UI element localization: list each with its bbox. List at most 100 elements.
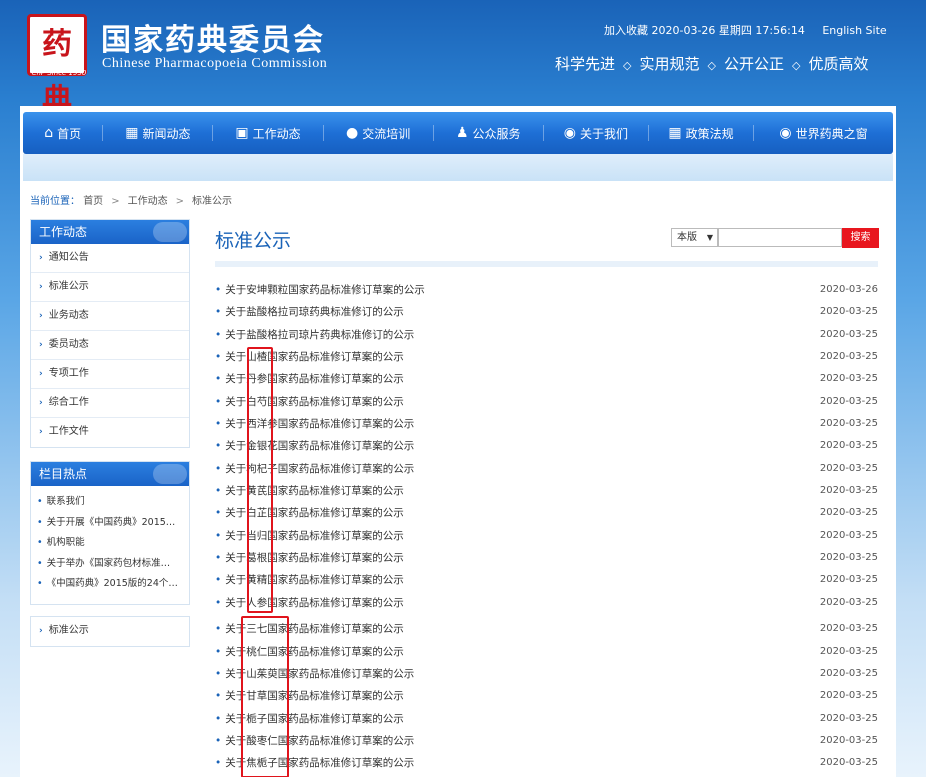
site-title-cn[interactable]: 国家药典委员会 [101,15,325,59]
sidebar-item-label: 标准公示 [48,625,89,636]
bullet-icon: • [215,328,222,341]
sidebar-hot-header: 栏目热点 [31,462,189,486]
bullet-icon: • [215,306,222,319]
article-date: 2020-03-25 [819,529,878,541]
article-row[interactable]: • 关于黄精国家药品标准修订草案的公示 2020-03-25 [215,569,878,591]
site-title-en: Chinese Pharmacopoeia Commission [102,56,328,71]
article-row[interactable]: • 关于人参国家药品标准修订草案的公示 2020-03-25 [215,592,878,614]
sidebar-extra-box: › 标准公示 [30,616,190,647]
slogan-item: 实用规范 [639,55,700,73]
nav-item-label: 世界药典之窗 [795,126,868,141]
edition-select[interactable]: 本版 ▼ [671,228,718,247]
article-row[interactable]: • 关于白芷国家药品标准修订草案的公示 2020-03-25 [215,502,878,524]
nav-item[interactable]: ▦ 新闻动态 [103,112,212,154]
search-button[interactable]: 搜索 [842,228,879,248]
article-row[interactable]: • 关于金银花国家药品标准修订草案的公示 2020-03-25 [215,435,878,457]
article-date: 2020-03-25 [819,485,878,497]
sidebar-work-header: 工作动态 [31,220,189,244]
article-row[interactable]: • 关于甘草国家药品标准修订草案的公示 2020-03-25 [215,685,878,707]
hot-list-item[interactable]: • 《中国药典》2015版的24个… [31,574,189,595]
sidebar-item[interactable]: › 工作文件 [31,418,189,447]
article-row[interactable]: • 关于盐酸格拉司琼药典标准修订的公示 2020-03-25 [215,301,878,323]
highlight-annotation-box [241,616,289,777]
nav-item[interactable]: ◉ 世界药典之窗 [754,112,893,154]
breadcrumb-home[interactable]: 首页 [83,196,103,207]
article-date: 2020-03-25 [819,552,878,564]
nav-item[interactable]: ▣ 工作动态 [213,112,322,154]
sidebar-item[interactable]: › 通知公告 [31,244,189,273]
sidebar-item[interactable]: › 标准公示 [31,273,189,302]
nav-item[interactable]: ◉ 关于我们 [544,112,648,154]
slogan-item: 优质高效 [808,55,869,73]
sidebar-item-label: 标准公示 [48,281,89,292]
article-title[interactable]: 关于安坤颗粒国家药品标准修订草案的公示 [225,284,425,296]
sidebar-item[interactable]: › 业务动态 [31,302,189,331]
article-row[interactable]: • 关于盐酸格拉司琼片药典标准修订的公示 2020-03-25 [215,324,878,346]
bullet-icon: • [215,574,222,587]
bullet-icon: • [215,667,222,680]
calendar-icon: ▦ [125,125,139,141]
article-title[interactable]: 关于盐酸格拉司琼片药典标准修订的公示 [225,329,414,341]
bullet-icon: • [37,557,43,569]
hot-list-item[interactable]: • 关于举办《国家药包材标准… [31,554,189,575]
article-row[interactable]: • 关于山茱萸国家药品标准修订草案的公示 2020-03-25 [215,663,878,685]
article-row[interactable]: • 关于三七国家药品标准修订草案的公示 2020-03-25 [215,618,878,640]
article-row[interactable]: • 关于桃仁国家药品标准修订草案的公示 2020-03-25 [215,641,878,663]
nav-item[interactable]: ● 交流培训 [324,112,433,154]
hot-list-item[interactable]: • 联系我们 [31,492,189,513]
slogan-item: 公开公正 [723,55,784,73]
chat-icon: ● [346,125,359,141]
article-date: 2020-03-26 [819,284,878,295]
breadcrumb-current[interactable]: 标准公示 [192,196,232,207]
article-date: 2020-03-25 [819,373,878,385]
breadcrumb-label: 当前位置： [30,196,80,207]
hot-item-label: 关于举办《国家药包材标准… [46,557,171,569]
sidebar-item[interactable]: › 委员动态 [31,331,189,360]
hot-list-item[interactable]: • 机构职能 [31,533,189,554]
article-row[interactable]: • 关于山楂国家药品标准修订草案的公示 2020-03-25 [215,346,878,368]
article-row[interactable]: • 关于枸杞子国家药品标准修订草案的公示 2020-03-25 [215,458,878,480]
nav-item[interactable]: ⌂ 首页 [23,112,102,154]
article-row[interactable]: • 关于栀子国家药品标准修订草案的公示 2020-03-25 [215,708,878,730]
search-input[interactable] [718,228,842,247]
article-row[interactable]: • 关于焦栀子国家药品标准修订草案的公示 2020-03-25 [215,752,878,774]
article-row[interactable]: • 关于葛根国家药品标准修订草案的公示 2020-03-25 [215,547,878,569]
bullet-icon: • [215,734,222,747]
sidebar-item-standard[interactable]: › 标准公示 [31,617,189,646]
sidebar-item[interactable]: › 专项工作 [31,360,189,389]
page-container: ⌂ 首页 ▦ 新闻动态 ▣ 工作动态 ● 交流培训 ♟ 公众服务 ◉ 关于我们 ▦ 政策法规 ◉ 世界药典之窗… [20,106,896,777]
article-row[interactable]: • 关于当归国家药品标准修订草案的公示 2020-03-25 [215,525,878,547]
hot-list-item[interactable]: • 关于开展《中国药典》2015… [31,513,189,534]
logo-seal[interactable]: 药典 [27,14,87,118]
nav-item[interactable]: ▦ 政策法规 [649,112,753,154]
nav-item[interactable]: ♟ 公众服务 [434,112,543,154]
article-row[interactable]: • 关于西洋参国家药品标准修订草案的公示 2020-03-25 [215,413,878,435]
article-title[interactable]: 关于盐酸格拉司琼药典标准修订的公示 [225,306,404,318]
top-info-bar: 加入收藏 2020-03-26 星期四 17:56:14 English Sit… [604,22,904,38]
sidebar-item[interactable]: › 综合工作 [31,389,189,418]
bullet-icon: • [215,712,222,725]
article-list: • 关于安坤颗粒国家药品标准修订草案的公示 2020-03-26 • 关于盐酸格拉司琼药… [215,279,878,775]
sidebar-item-label: 通知公告 [48,252,89,263]
hot-item-label: 《中国药典》2015版的24个… [46,578,178,589]
article-row[interactable]: • 关于安坤颗粒国家药品标准修订草案的公示 2020-03-26 [215,279,878,301]
article-date: 2020-03-25 [819,596,878,608]
article-row[interactable]: • 关于丹参国家药品标准修订草案的公示 2020-03-25 [215,368,878,390]
cloud-decoration-icon [153,464,187,484]
article-row[interactable]: • 关于酸枣仁国家药品标准修订草案的公示 2020-03-25 [215,730,878,752]
article-row[interactable]: • 关于黄芪国家药品标准修订草案的公示 2020-03-25 [215,480,878,502]
bullet-icon: • [215,373,222,386]
article-date: 2020-03-25 [819,734,878,746]
hot-item-label: 联系我们 [46,496,85,507]
bullet-icon: • [37,496,43,507]
article-date: 2020-03-25 [819,757,878,769]
bullet-icon: • [37,537,43,548]
bullet-icon: • [215,596,222,609]
article-row[interactable]: • 关于白芍国家药品标准修订草案的公示 2020-03-25 [215,391,878,413]
article-date: 2020-03-25 [819,712,878,724]
english-site-link[interactable]: English Site [822,24,886,37]
breadcrumb-work[interactable]: 工作动态 [128,196,168,207]
title-underline [215,261,878,267]
date-info[interactable]: 加入收藏 2020-03-26 星期四 17:56:14 [604,24,805,37]
article-date: 2020-03-25 [819,645,878,657]
